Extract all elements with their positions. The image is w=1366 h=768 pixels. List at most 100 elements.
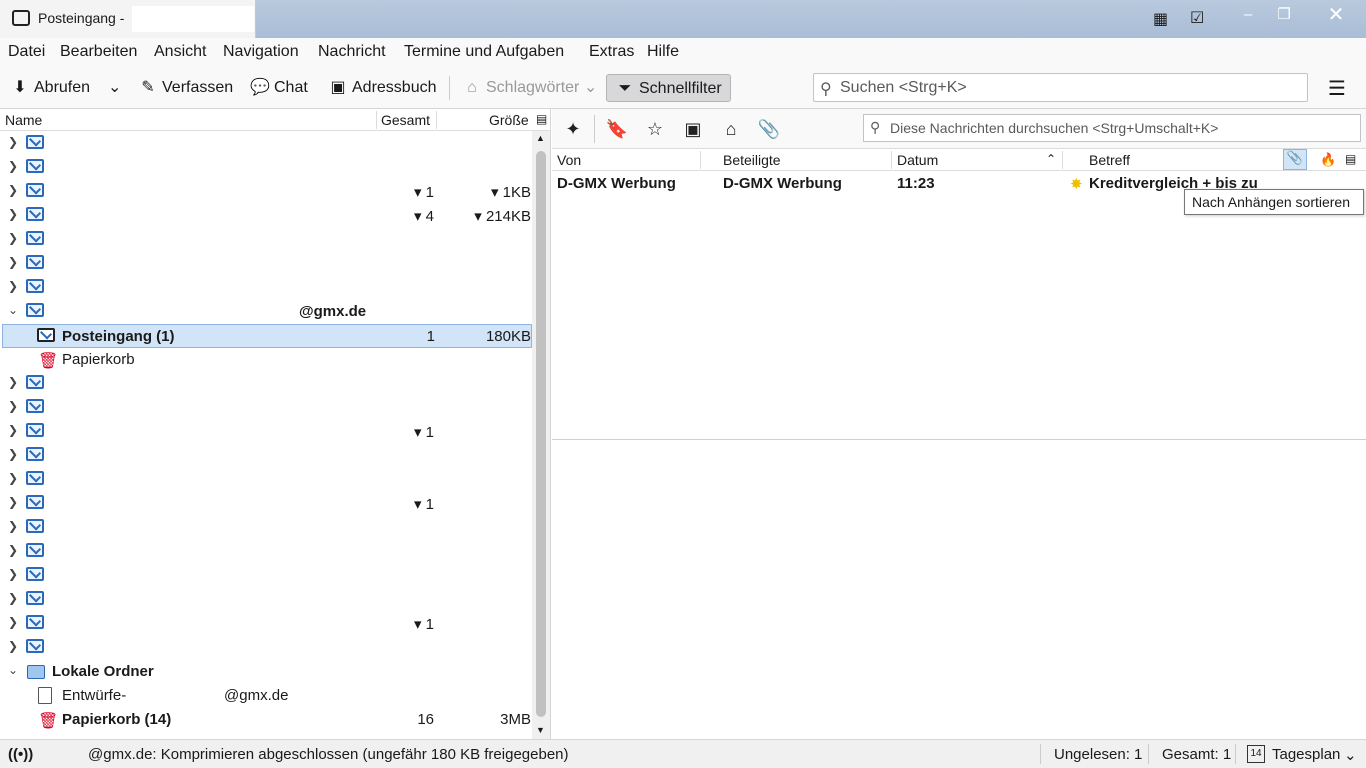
- tag-filter-icon[interactable]: ⌂: [718, 117, 744, 141]
- hamburger-menu-icon[interactable]: ☰: [1328, 76, 1346, 101]
- menu-hilfe[interactable]: Hilfe: [647, 43, 679, 61]
- minimize-button[interactable]: –: [1233, 4, 1263, 26]
- column-picker-icon[interactable]: ▤: [1345, 152, 1356, 166]
- account-row[interactable]: ❯: [0, 636, 532, 660]
- close-button[interactable]: ✕: [1318, 4, 1354, 26]
- addressbook-button[interactable]: ▣ Adressbuch: [324, 74, 436, 102]
- account-row[interactable]: ❯: [0, 372, 532, 396]
- chevron-right-icon[interactable]: ❯: [8, 207, 20, 221]
- folder-label: Lokale Ordner: [52, 663, 154, 680]
- scroll-up-icon[interactable]: ▲: [536, 133, 545, 143]
- maximize-button[interactable]: ❐: [1269, 4, 1299, 26]
- get-mail-button[interactable]: ⬇ Abrufen: [6, 74, 90, 102]
- chevron-right-icon[interactable]: ❯: [8, 399, 20, 413]
- drafts-icon: [38, 687, 52, 704]
- account-row[interactable]: ❯: [0, 396, 532, 420]
- account-row[interactable]: ❯ ▾ 4 ▾ 214KB: [0, 204, 532, 228]
- folder-inbox[interactable]: Posteingang (1) 1 180KB: [2, 324, 532, 348]
- col-size[interactable]: Größe: [489, 112, 529, 128]
- tasks-tab-icon[interactable]: ☑: [1190, 8, 1204, 28]
- account-row[interactable]: ❯: [0, 276, 532, 300]
- account-row[interactable]: ❯: [0, 540, 532, 564]
- unread-filter-icon[interactable]: 🔖: [604, 117, 630, 141]
- chevron-right-icon[interactable]: ❯: [8, 519, 20, 533]
- pane-splitter[interactable]: [552, 439, 1366, 440]
- account-row[interactable]: ❯: [0, 588, 532, 612]
- chat-button[interactable]: 💬 Chat: [246, 74, 308, 102]
- col-junk-icon[interactable]: 🔥: [1320, 152, 1336, 168]
- sticky-pin-icon[interactable]: ✦: [560, 117, 586, 141]
- menu-ansicht[interactable]: Ansicht: [154, 43, 206, 61]
- account-row[interactable]: ❯: [0, 156, 532, 180]
- chevron-right-icon[interactable]: ❯: [8, 159, 20, 173]
- account-row[interactable]: ❯: [0, 228, 532, 252]
- chevron-right-icon[interactable]: ❯: [8, 255, 20, 269]
- menu-nachricht[interactable]: Nachricht: [318, 43, 386, 61]
- account-row[interactable]: ❯: [0, 444, 532, 468]
- account-row[interactable]: ❯: [0, 132, 532, 156]
- chevron-right-icon[interactable]: ❯: [8, 471, 20, 485]
- account-row[interactable]: ❯ ▾ 1: [0, 420, 532, 444]
- contact-filter-icon[interactable]: ▣: [680, 117, 706, 141]
- folder-pane-scrollbar[interactable]: ▲ ▼: [532, 131, 550, 739]
- account-row-expanded[interactable]: ⌄ @gmx.de: [0, 300, 532, 324]
- menu-extras[interactable]: Extras: [589, 43, 634, 61]
- chevron-right-icon[interactable]: ❯: [8, 495, 20, 509]
- chevron-down-icon[interactable]: ⌄: [8, 663, 20, 677]
- col-date[interactable]: Datum: [897, 152, 938, 168]
- account-row[interactable]: ❯ ▾ 1: [0, 612, 532, 636]
- chevron-right-icon[interactable]: ❯: [8, 447, 20, 461]
- account-row[interactable]: ❯ ▾ 1: [0, 492, 532, 516]
- local-folders-row[interactable]: ⌄ Lokale Ordner: [0, 660, 532, 684]
- col-participants[interactable]: Beteiligte: [723, 152, 781, 168]
- account-row[interactable]: ❯: [0, 252, 532, 276]
- online-status-icon[interactable]: ((•)): [8, 746, 33, 763]
- scrollbar-thumb[interactable]: [536, 151, 546, 717]
- compose-button[interactable]: ✎ Verfassen: [134, 74, 233, 102]
- msg-date: 11:23: [897, 175, 935, 192]
- chevron-right-icon[interactable]: ❯: [8, 591, 20, 605]
- quickfilter-button[interactable]: ⏷ Schnellfilter: [606, 74, 731, 102]
- folder-drafts[interactable]: Entwürfe- @gmx.de: [0, 684, 532, 708]
- menu-datei[interactable]: Datei: [8, 43, 45, 61]
- chevron-right-icon[interactable]: ❯: [8, 639, 20, 653]
- account-row[interactable]: ❯ ▾ 1 ▾ 1KB: [0, 180, 532, 204]
- starred-filter-icon[interactable]: ☆: [642, 117, 668, 141]
- folder-local-trash[interactable]: 🗑 Papierkorb (14) 16 3MB: [0, 708, 532, 732]
- active-tab[interactable]: Posteingang -: [0, 0, 256, 38]
- chevron-right-icon[interactable]: ❯: [8, 615, 20, 629]
- calendar-tab-icon[interactable]: ▦: [1153, 9, 1168, 29]
- chevron-down-icon[interactable]: ⌄: [1344, 746, 1357, 764]
- chevron-right-icon[interactable]: ❯: [8, 231, 20, 245]
- global-search-input[interactable]: ⚲ Suchen <Strg+K>: [813, 73, 1308, 102]
- account-row[interactable]: ❯: [0, 468, 532, 492]
- chevron-right-icon[interactable]: ❯: [8, 543, 20, 557]
- chevron-right-icon[interactable]: ❯: [8, 423, 20, 437]
- menu-termine[interactable]: Termine und Aufgaben: [404, 43, 564, 61]
- account-row[interactable]: ❯: [0, 564, 532, 588]
- chevron-right-icon[interactable]: ❯: [8, 567, 20, 581]
- main-toolbar: ⬇ Abrufen ⌄ ✎ Verfassen 💬 Chat ▣ Adressbuch …: [0, 68, 1366, 109]
- attachment-filter-icon[interactable]: 📎: [756, 117, 782, 141]
- chevron-right-icon[interactable]: ❯: [8, 183, 20, 197]
- chevron-right-icon[interactable]: ❯: [8, 279, 20, 293]
- today-pane-toggle[interactable]: Tagesplan: [1272, 746, 1340, 763]
- tags-button[interactable]: ⌂ Schlagwörter ⌄: [458, 74, 597, 102]
- chevron-right-icon[interactable]: ❯: [8, 135, 20, 149]
- chevron-right-icon[interactable]: ❯: [8, 375, 20, 389]
- account-row[interactable]: ❯: [0, 516, 532, 540]
- chevron-down-icon[interactable]: ⌄: [8, 303, 20, 317]
- menu-navigation[interactable]: Navigation: [223, 43, 299, 61]
- get-mail-dropdown[interactable]: ⌄: [104, 74, 126, 102]
- col-name[interactable]: Name: [5, 112, 42, 128]
- folder-trash[interactable]: 🗑 Papierkorb: [0, 348, 532, 372]
- col-total[interactable]: Gesamt: [381, 112, 430, 128]
- menu-bearbeiten[interactable]: Bearbeiten: [60, 43, 137, 61]
- column-picker-icon[interactable]: ▤: [536, 112, 547, 126]
- col-from[interactable]: Von: [557, 152, 581, 168]
- scroll-down-icon[interactable]: ▼: [536, 725, 545, 735]
- col-subject[interactable]: Betreff: [1089, 152, 1130, 168]
- message-filter-input[interactable]: ⚲ Diese Nachrichten durchsuchen <Strg+Um…: [863, 114, 1361, 142]
- mail-account-icon: [26, 639, 46, 655]
- col-attachment-icon[interactable]: 📎: [1283, 149, 1307, 170]
